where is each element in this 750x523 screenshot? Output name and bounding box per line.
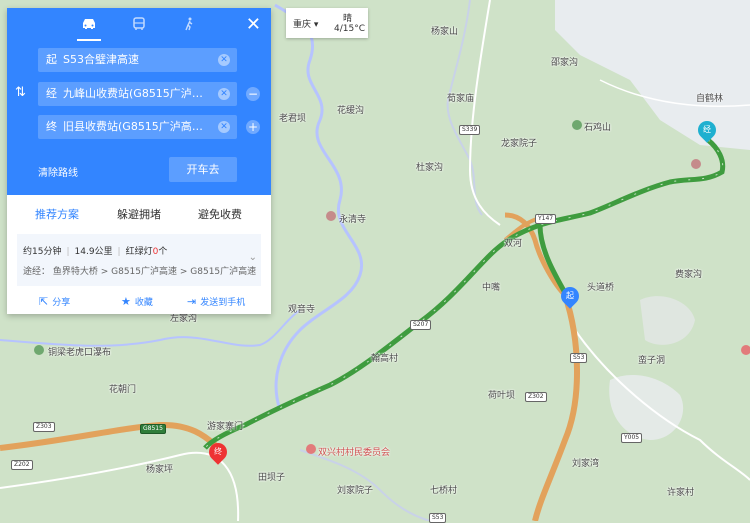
place-label: 蛮子洞: [638, 356, 666, 366]
send-to-phone-button[interactable]: ⇥ 发送到手机: [187, 295, 245, 308]
bus-icon[interactable]: [129, 16, 149, 36]
phone-icon: ⇥: [187, 295, 197, 308]
road-shield: S53: [570, 353, 588, 363]
place-label: 翰高村: [371, 354, 399, 364]
place-label: 双兴村村民委员会: [318, 448, 391, 458]
remove-via-icon[interactable]: −: [246, 87, 260, 101]
place-label: 铜梁老虎口瀑布: [48, 348, 112, 358]
place-label: 龙家院子: [501, 139, 538, 149]
route-end-marker[interactable]: 终: [205, 439, 231, 465]
place-label: 自鹤林: [696, 94, 724, 104]
clear-end-icon[interactable]: ✕: [218, 121, 230, 133]
place-label: 花缓沟: [337, 106, 365, 116]
tab-avoid-congestion[interactable]: 躲避拥堵: [117, 206, 161, 222]
road-shield: Z302: [525, 392, 547, 402]
route-header: ✕ ⇅ 起 S53合璧津高速 ✕ 经九峰山收费站(G8515广泸高速… ✕ − 终旧县…: [7, 8, 271, 195]
share-button[interactable]: ⇱ 分享: [39, 295, 70, 308]
place-label: 荀家庙: [447, 94, 475, 104]
drive-icon[interactable]: [79, 16, 99, 36]
tab-avoid-toll[interactable]: 避免收费: [198, 206, 242, 222]
place-label: 中嘴: [482, 283, 501, 293]
place-label: 杨家坪: [146, 465, 174, 475]
place-label: 杨家山: [431, 27, 459, 37]
clear-start-icon[interactable]: ✕: [218, 54, 230, 66]
close-icon[interactable]: ✕: [246, 15, 261, 35]
drive-button[interactable]: 开车去: [169, 157, 237, 182]
road-shield: G8515: [140, 424, 166, 434]
place-label: 七桥村: [430, 486, 458, 496]
weather-temperature: 4/15°C: [334, 24, 365, 34]
star-icon: ★: [121, 295, 131, 308]
place-label: 刘家院子: [337, 486, 374, 496]
add-via-icon[interactable]: +: [246, 120, 260, 134]
road-shield: S207: [410, 320, 432, 330]
place-label: 老君坝: [279, 114, 307, 124]
route-via-marker[interactable]: 经: [694, 117, 720, 143]
road-shield: Y005: [621, 433, 643, 443]
place-label: 观音寺: [288, 305, 316, 315]
weather-widget[interactable]: 重庆 ▾ 晴 4/15°C: [286, 8, 368, 38]
start-field[interactable]: 起 S53合璧津高速 ✕: [38, 48, 237, 72]
place-label: 费家沟: [675, 270, 703, 280]
place-label: 永清寺: [339, 215, 367, 225]
collect-button[interactable]: ★ 收藏: [121, 295, 153, 308]
end-field[interactable]: 终旧县收费站(G8515广泸高速出口) ✕: [38, 115, 237, 139]
route-start-marker[interactable]: 起: [557, 283, 583, 309]
place-label: 杜家沟: [416, 163, 444, 173]
mode-underline: [77, 39, 101, 41]
place-label: 石鸡山: [584, 123, 612, 133]
place-label: 田坝子: [258, 473, 286, 483]
road-shield: Y147: [535, 214, 557, 224]
share-icon: ⇱: [39, 295, 49, 308]
city-selector[interactable]: 重庆 ▾: [293, 17, 318, 30]
weather-condition: 晴: [343, 14, 353, 24]
road-shield: Z202: [11, 460, 33, 470]
place-label: 游家寨门: [207, 422, 244, 432]
route-summary: 约15分钟 | 14.9公里 | 红绿灯0个: [23, 247, 168, 257]
via-field[interactable]: 经九峰山收费站(G8515广泸高速… ✕: [38, 82, 237, 106]
swap-icon[interactable]: ⇅: [15, 85, 26, 100]
clear-via-icon[interactable]: ✕: [218, 88, 230, 100]
place-label: 邵家沟: [551, 58, 579, 68]
place-label: 双河: [504, 239, 523, 249]
tab-recommended[interactable]: 推荐方案: [35, 206, 79, 222]
place-label: 许家村: [667, 488, 695, 498]
chevron-down-icon[interactable]: ⌄: [249, 252, 257, 263]
place-label: 荷叶坝: [488, 391, 516, 401]
place-label: 花朝门: [109, 385, 137, 395]
place-label: 刘家湾: [572, 459, 600, 469]
walk-icon[interactable]: [179, 16, 199, 36]
route-result-card[interactable]: 约15分钟 | 14.9公里 | 红绿灯0个 途经： 鱼界特大桥 > G8515广泸高速…: [17, 234, 261, 286]
road-shield: S53: [429, 513, 447, 523]
road-shield: Z303: [33, 422, 55, 432]
clear-route-link[interactable]: 清除路线: [38, 164, 78, 179]
road-shield: S339: [459, 125, 481, 135]
place-label: 头道桥: [587, 283, 615, 293]
route-panel: ✕ ⇅ 起 S53合璧津高速 ✕ 经九峰山收费站(G8515广泸高速… ✕ − 终旧县…: [7, 8, 271, 314]
route-via-text: 途经： 鱼界特大桥 > G8515广泸高速 > G8515广泸高速: [23, 267, 257, 277]
